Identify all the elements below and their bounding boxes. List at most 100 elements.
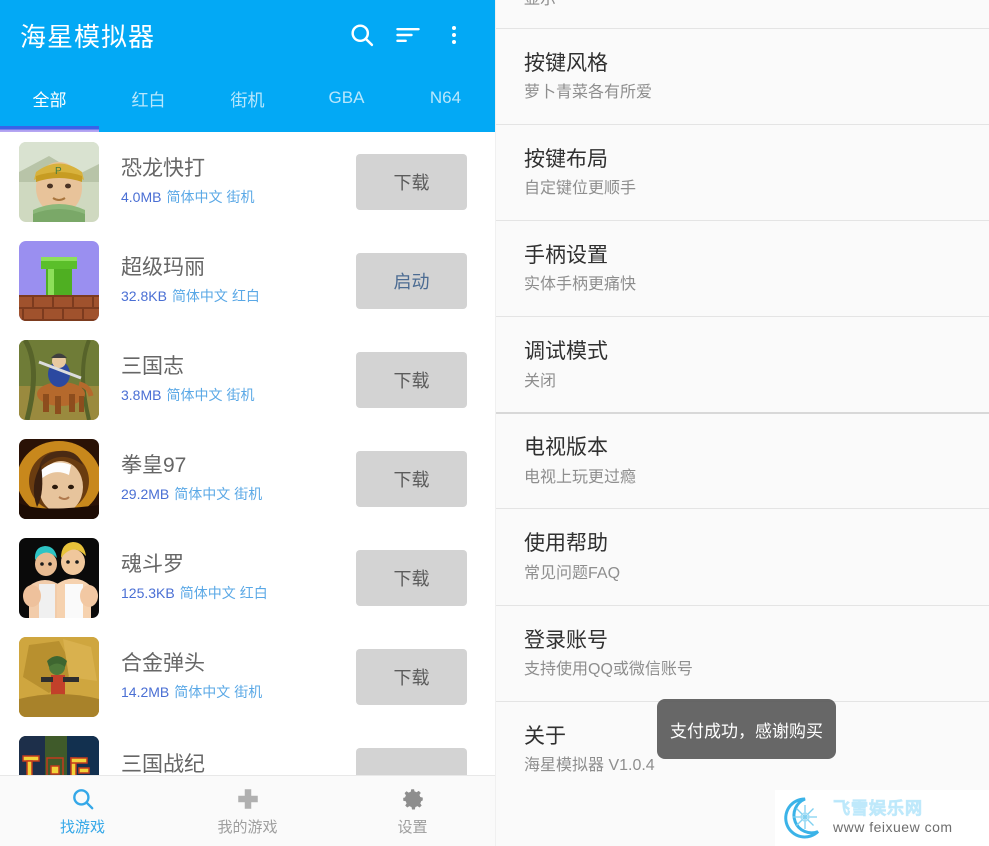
launch-button[interactable]: 启动 [356,252,467,309]
game-subtitle: 14.2MB 简体中文 街机 [121,682,356,702]
settings-item-button-layout[interactable]: 按键布局 自定键位更顺手 [496,124,989,221]
settings-title: 按键风格 [524,52,608,75]
game-info: 恐龙快打 4.0MB 简体中文 街机 [99,156,356,207]
game-thumbnail [19,735,99,775]
game-size: 29.2MB [121,486,170,503]
settings-subtitle: 萝卜青菜各有所爱 [524,84,653,102]
game-subtitle: 29.2MB 简体中文 街机 [121,484,356,504]
svg-text:P: P [55,166,62,177]
list-item[interactable]: 超级玛丽 32.8KB 简体中文 红白 启动 [0,231,495,330]
settings-item-clipped[interactable]: 显示 [496,0,989,28]
list-item[interactable]: 合金弹头 14.2MB 简体中文 街机 下载 [0,627,495,726]
settings-subtitle: 常见问题FAQ [524,564,621,582]
download-button[interactable] [356,747,467,775]
game-info: 魂斗罗 125.3KB 简体中文 红白 [99,552,356,603]
game-language: 简体中文 [166,189,223,206]
nav-item-my-games[interactable]: 我的游戏 [165,776,330,846]
bottom-navigation[interactable]: 找游戏 我的游戏 设置 [0,775,495,846]
tab-fc[interactable]: 红白 [99,70,198,126]
game-subtitle: 125.3KB 简体中文 红白 [121,583,356,603]
list-item[interactable]: P 恐龙快打 4.0MB 简体中文 街机 下载 [0,132,495,231]
download-button[interactable]: 下载 [356,450,467,507]
settings-item-button-style[interactable]: 按键风格 萝卜青菜各有所爱 [496,28,989,125]
tab-all[interactable]: 全部 [0,70,99,126]
download-button[interactable]: 下载 [356,351,467,408]
tab-gba[interactable]: GBA [297,70,396,126]
app-screenshot: 海星模拟器 全部 红白 街机 GBA N64 P 恐龙快打 4.0MB 简体中文… [0,0,989,846]
tab-arcade[interactable]: 街机 [198,70,297,126]
toast-message: 支付成功，感谢购买 [657,699,836,759]
watermark-text: 飞雪娱乐网 www feixuew com [827,799,953,835]
nav-label: 找游戏 [59,818,105,836]
settings-subtitle: 关闭 [524,372,557,390]
tab-n64[interactable]: N64 [396,70,495,126]
nav-item-find-games[interactable]: 找游戏 [0,776,165,846]
settings-subtitle: 显示 [524,0,989,11]
nav-label: 设置 [397,818,428,836]
settings-subtitle: 电视上玩更过瘾 [524,468,637,486]
list-item[interactable]: 三国战纪 [0,726,495,775]
game-thumbnail [19,339,99,420]
app-bar: 海星模拟器 全部 红白 街机 GBA N64 [0,0,495,132]
game-thumbnail [19,636,99,717]
settings-pane[interactable]: 显示 按键风格 萝卜青菜各有所爱 按键布局 自定键位更顺手 手柄设置 实体手柄更… [495,0,989,846]
game-info: 三国志 3.8MB 简体中文 街机 [99,354,356,405]
settings-title: 按键布局 [524,148,608,172]
game-title: 超级玛丽 [121,255,205,279]
game-language: 简体中文 [179,585,236,602]
game-title: 魂斗罗 [121,552,184,576]
nav-item-settings[interactable]: 设置 [330,776,495,846]
game-platform: 街机 [226,189,255,206]
settings-subtitle: 自定键位更顺手 [524,180,637,198]
settings-item-debug-mode[interactable]: 调试模式 关闭 [496,316,989,413]
game-title: 恐龙快打 [121,156,205,180]
search-icon [70,786,96,812]
download-button[interactable]: 下载 [356,648,467,705]
download-button[interactable]: 下载 [356,549,467,606]
watermark-url: www feixuew com [833,818,953,835]
settings-subtitle: 实体手柄更痛快 [524,276,637,294]
settings-title: 电视版本 [524,436,608,460]
game-thumbnail [19,537,99,618]
game-platform: 街机 [234,486,263,503]
settings-item-tv-version[interactable]: 电视版本 电视上玩更过瘾 [496,412,989,509]
game-subtitle: 32.8KB 简体中文 红白 [121,286,356,306]
game-size: 14.2MB [121,684,170,701]
category-tabs[interactable]: 全部 红白 街机 GBA N64 [0,70,495,126]
download-button[interactable]: 下载 [356,153,467,210]
settings-item-help[interactable]: 使用帮助 常见问题FAQ [496,508,989,605]
page-title: 海星模拟器 [20,21,156,52]
app-bar-top: 海星模拟器 [0,0,495,70]
game-platform: 红白 [231,288,260,305]
game-subtitle: 3.8MB 简体中文 街机 [121,385,356,405]
game-info: 合金弹头 14.2MB 简体中文 街机 [99,651,356,702]
game-thumbnail: P [19,141,99,222]
sort-icon[interactable] [385,12,431,58]
overflow-menu-icon[interactable] [431,12,477,58]
game-title: 三国志 [121,354,184,378]
watermark-site-name: 飞雪娱乐网 [833,799,923,819]
settings-item-gamepad[interactable]: 手柄设置 实体手柄更痛快 [496,220,989,317]
game-platform: 街机 [234,684,263,701]
list-item[interactable]: 魂斗罗 125.3KB 简体中文 红白 下载 [0,528,495,627]
game-info: 拳皇97 29.2MB 简体中文 街机 [99,453,356,504]
settings-title: 调试模式 [524,340,608,364]
gamepad-dpad-icon [235,786,261,812]
game-title: 合金弹头 [121,651,205,675]
game-size: 32.8KB [121,288,167,305]
settings-subtitle: 海星模拟器 V1.0.4 [524,756,655,774]
settings-item-login-account[interactable]: 登录账号 支持使用QQ或微信账号 [496,604,989,701]
game-platform: 街机 [226,387,255,404]
game-thumbnail [19,240,99,321]
settings-title: 登录账号 [524,628,608,652]
list-item[interactable]: 拳皇97 29.2MB 简体中文 街机 下载 [0,429,495,528]
nav-label: 我的游戏 [217,818,278,836]
game-thumbnail [19,438,99,519]
game-info: 超级玛丽 32.8KB 简体中文 红白 [99,255,356,306]
game-list[interactable]: P 恐龙快打 4.0MB 简体中文 街机 下载 超级玛丽 32.8KB 简体中文… [0,132,495,775]
list-item[interactable]: 三国志 3.8MB 简体中文 街机 下载 [0,330,495,429]
gear-icon [400,786,426,812]
game-size: 4.0MB [121,189,162,206]
search-icon[interactable] [339,12,385,58]
game-size: 125.3KB [121,585,175,602]
